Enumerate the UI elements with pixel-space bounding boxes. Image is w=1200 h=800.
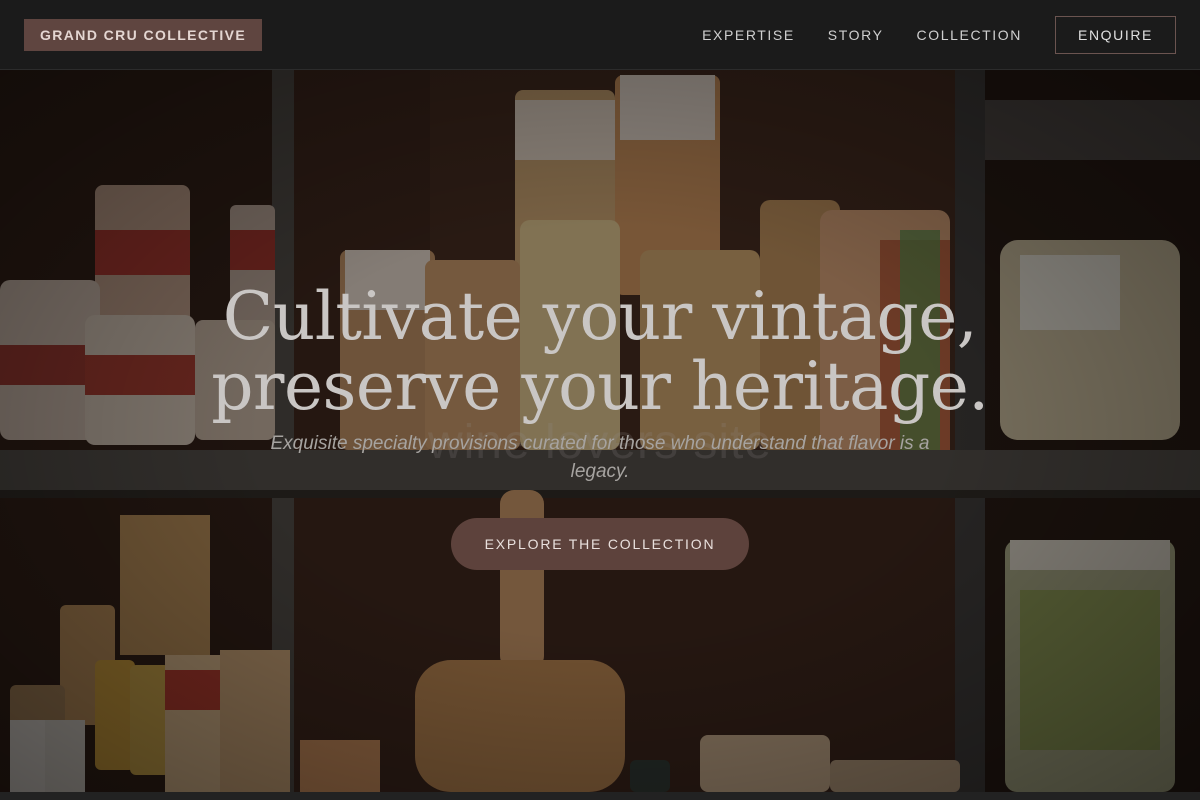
hero-subtitle: Exquisite specialty provisions curated f… <box>270 433 930 482</box>
enquire-button[interactable]: ENQUIRE <box>1055 15 1176 54</box>
footer-strip <box>0 792 1200 800</box>
nav-link-collection[interactable]: COLLECTION <box>917 27 1022 43</box>
main-nav: EXPERTISE STORY COLLECTION ENQUIRE <box>702 15 1176 54</box>
explore-collection-button[interactable]: EXPLORE THE COLLECTION <box>451 518 749 570</box>
site-header: GRAND CRU COLLECTIVE EXPERTISE STORY COL… <box>0 0 1200 70</box>
nav-link-expertise[interactable]: EXPERTISE <box>702 27 795 43</box>
hero-section: wine lovers site Cultivate your vintage,… <box>0 70 1200 792</box>
hero-title: Cultivate your vintage, preserve your he… <box>100 282 1100 422</box>
brand-logo[interactable]: GRAND CRU COLLECTIVE <box>24 18 263 51</box>
hero-title-line-2: preserve your heritage. <box>211 348 989 425</box>
nav-link-story[interactable]: STORY <box>828 27 884 43</box>
hero-content: Cultivate your vintage, preserve your he… <box>0 70 1200 792</box>
hero-title-line-1: Cultivate your vintage, <box>222 278 978 355</box>
